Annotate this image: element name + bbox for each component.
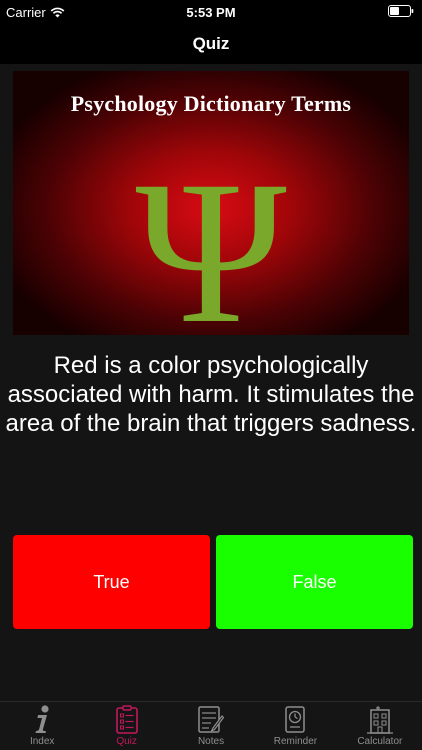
tab-index[interactable]: Index [0, 702, 84, 750]
info-icon [27, 703, 57, 735]
tab-label: Calculator [357, 736, 403, 747]
quiz-content: Psychology Dictionary Terms Ψ Red is a c… [0, 64, 422, 701]
question-text: Red is a color psychologically associate… [5, 352, 417, 437]
calculator-icon [365, 703, 395, 735]
quiz-screen: Carrier 5:53 PM Quiz Psychology Dictiona… [0, 0, 422, 750]
tab-calculator[interactable]: Calculator [338, 702, 422, 750]
page-title: Quiz [192, 34, 230, 53]
reminder-icon [280, 703, 310, 735]
tab-label: Quiz [116, 736, 137, 747]
clipboard-icon [112, 703, 142, 735]
true-button[interactable]: True [13, 535, 210, 629]
tab-label: Reminder [273, 736, 318, 747]
banner-image: Psychology Dictionary Terms Ψ [13, 71, 409, 335]
battery-icon [388, 5, 414, 20]
status-time: 5:53 PM [186, 5, 236, 20]
tab-label: Notes [197, 736, 225, 747]
tab-notes[interactable]: Notes [169, 702, 253, 750]
tab-quiz[interactable]: Quiz [84, 702, 168, 750]
navigation-bar: Quiz [0, 24, 422, 64]
notes-icon [196, 703, 226, 735]
false-button[interactable]: False [216, 535, 413, 629]
tab-bar: Index Quiz Notes Reminder Calculator [0, 701, 422, 750]
psi-symbol-icon: Ψ [135, 139, 286, 331]
tab-label: Index [29, 736, 55, 747]
status-bar: Carrier 5:53 PM [0, 0, 422, 24]
psi-glyph: Ψ [135, 139, 286, 331]
tab-reminder[interactable]: Reminder [253, 702, 337, 750]
banner-title: Psychology Dictionary Terms [70, 91, 352, 116]
